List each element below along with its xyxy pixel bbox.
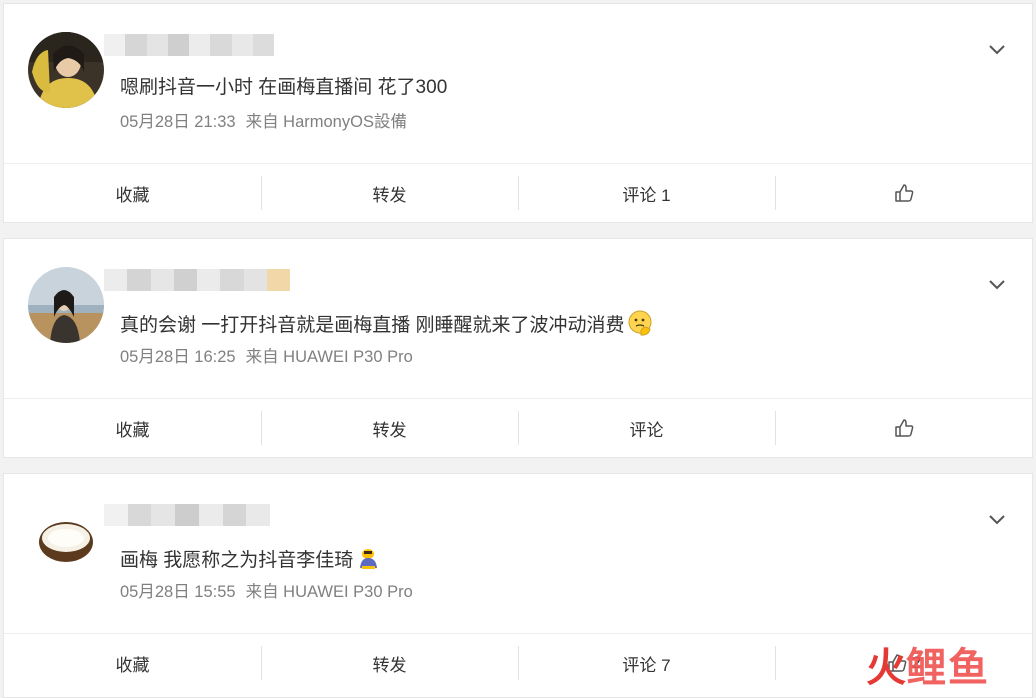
avatar[interactable] — [28, 502, 104, 578]
repost-button[interactable]: 转发 — [261, 399, 518, 457]
post-source: 来自 HarmonyOS設備 — [245, 113, 407, 131]
bow-emoji-icon — [360, 549, 378, 569]
post-text: 画梅 我愿称之为抖音李佳琦 — [120, 544, 383, 575]
action-bar: 收藏 转发 评论 7 2 — [4, 633, 1032, 692]
post-text-content: 画梅 我愿称之为抖音李佳琦 — [120, 550, 354, 571]
comment-button[interactable]: 评论 — [518, 399, 775, 457]
more-chevron-down-icon[interactable] — [986, 38, 1008, 60]
comment-button[interactable]: 评论 1 — [518, 164, 775, 222]
post-meta: 05月28日 21:33 来自 HarmonyOS設備 — [120, 110, 407, 134]
avatar[interactable] — [28, 32, 104, 108]
more-chevron-down-icon[interactable] — [986, 273, 1008, 295]
thumbs-up-icon — [888, 654, 907, 672]
like-count: 2 — [911, 653, 922, 672]
post-date[interactable]: 05月28日 16:25 — [120, 348, 236, 366]
action-bar: 收藏 转发 评论 — [4, 398, 1032, 457]
post-card: 嗯刷抖音一小时 在画梅直播间 花了300 05月28日 21:33 来自 Harm… — [3, 3, 1033, 223]
avatar-image — [28, 32, 104, 108]
post-date[interactable]: 05月28日 21:33 — [120, 113, 236, 131]
username-mosaic[interactable] — [104, 504, 271, 526]
post-meta: 05月28日 16:25 来自 HUAWEI P30 Pro — [120, 345, 413, 369]
username-mosaic[interactable] — [104, 34, 274, 56]
post-source: 来自 HUAWEI P30 Pro — [245, 583, 413, 601]
coconut-avatar-image — [28, 502, 104, 578]
repost-button[interactable]: 转发 — [261, 634, 518, 692]
post-card: 真的会谢 一打开抖音就是画梅直播 刚睡醒就来了波冲动消费 05月28日 16:2… — [3, 238, 1033, 458]
repost-button[interactable]: 转发 — [261, 164, 518, 222]
username-mosaic[interactable] — [104, 269, 290, 291]
like-button[interactable] — [775, 164, 1032, 222]
post-source: 来自 HUAWEI P30 Pro — [245, 348, 413, 366]
thumbs-up-icon — [894, 184, 913, 202]
avatar[interactable] — [28, 267, 104, 343]
action-bar: 收藏 转发 评论 1 — [4, 163, 1032, 222]
favorite-button[interactable]: 收藏 — [4, 164, 261, 222]
post-text: 真的会谢 一打开抖音就是画梅直播 刚睡醒就来了波冲动消费 — [120, 309, 655, 340]
avatar-image — [28, 267, 104, 343]
post-card: 画梅 我愿称之为抖音李佳琦 05月28日 15:55 来自 HUAWEI P30 … — [3, 473, 1033, 698]
like-button[interactable] — [775, 399, 1032, 457]
favorite-button[interactable]: 收藏 — [4, 399, 261, 457]
comment-button[interactable]: 评论 7 — [518, 634, 775, 692]
post-date[interactable]: 05月28日 15:55 — [120, 583, 236, 601]
post-text-content: 真的会谢 一打开抖音就是画梅直播 刚睡醒就来了波冲动消费 — [120, 315, 625, 336]
post-meta: 05月28日 15:55 来自 HUAWEI P30 Pro — [120, 580, 413, 604]
more-chevron-down-icon[interactable] — [986, 508, 1008, 530]
thumbs-up-icon — [894, 419, 913, 437]
favorite-button[interactable]: 收藏 — [4, 634, 261, 692]
like-button[interactable]: 2 — [775, 634, 1032, 692]
post-text: 嗯刷抖音一小时 在画梅直播间 花了300 — [120, 77, 448, 98]
thinking-face-emoji-icon — [628, 310, 652, 336]
